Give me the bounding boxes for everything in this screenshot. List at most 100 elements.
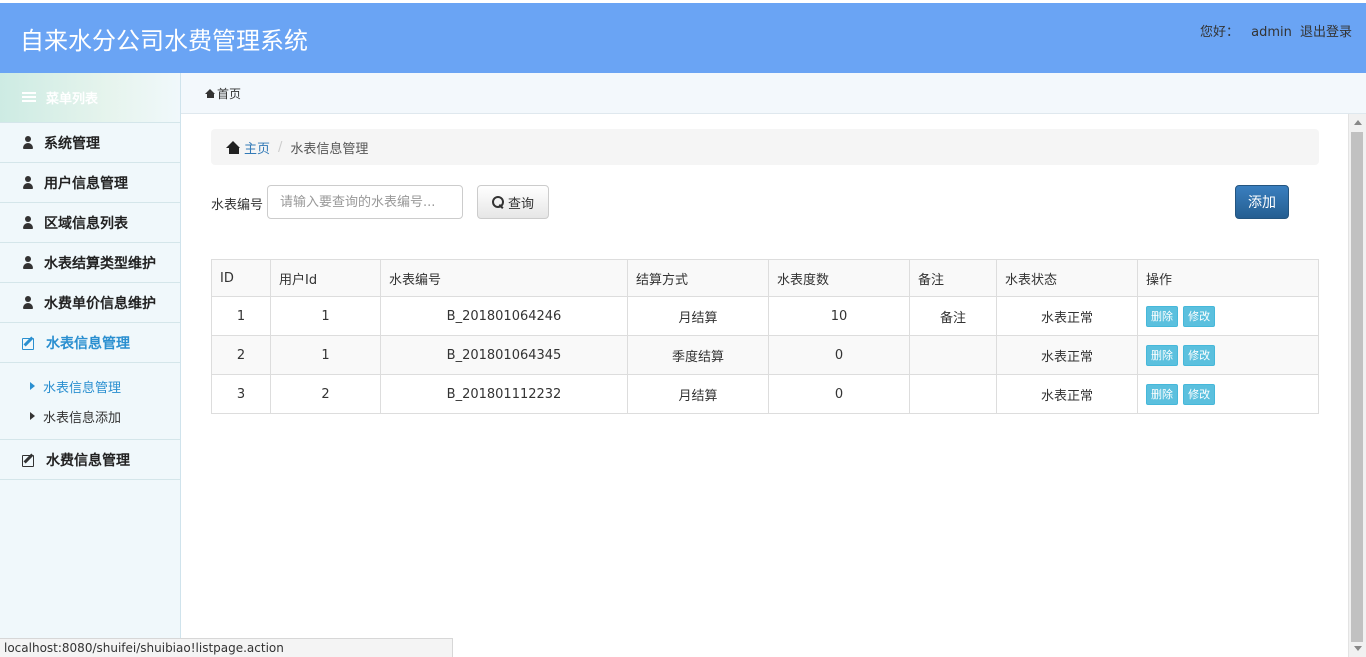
sidebar-item-users[interactable]: 用户信息管理 [0, 163, 180, 203]
meter-number-search-input[interactable] [267, 185, 463, 219]
home-tab-label: 首页 [217, 86, 242, 101]
table-header-row: ID 用户Id 水表编号 结算方式 水表度数 备注 水表状态 操作 [211, 259, 1319, 297]
column-header: 水表状态 [996, 259, 1138, 297]
username-link[interactable]: admin [1251, 25, 1292, 40]
cell-note: 备注 [909, 296, 997, 336]
search-label: 水表编号 [211, 198, 264, 213]
cell-meter-no: B_201801064345 [380, 335, 628, 375]
sidebar-item-label: 区域信息列表 [44, 215, 128, 232]
delete-button[interactable]: 删除 [1146, 305, 1178, 327]
menu-title: 菜单列表 [46, 92, 99, 107]
user-icon [22, 176, 34, 189]
sidebar-item-label: 水表信息管理 [46, 335, 130, 352]
cell-id: 1 [211, 296, 271, 336]
top-header: 自来水分公司水费管理系统 您好： admin 退出登录 [0, 0, 1366, 73]
edit-icon [22, 453, 36, 467]
sidebar-item-system[interactable]: 系统管理 [0, 123, 180, 163]
cell-user-id: 1 [270, 335, 381, 375]
sidebar-item-label: 水费单价信息维护 [44, 295, 156, 312]
meters-submenu: 水表信息管理 水表信息添加 [0, 363, 180, 440]
sidebar-item-unit-price[interactable]: 水费单价信息维护 [0, 283, 180, 323]
browser-status-url: localhost:8080/shuifei/shuibiao!listpage… [0, 638, 453, 657]
main-content: 主页 / 水表信息管理 水表编号 查询 添加 ID 用户Id 水表编号 结算方式… [181, 114, 1348, 657]
delete-button[interactable]: 删除 [1146, 344, 1178, 366]
table-row: 1 1 B_201801064246 月结算 10 备注 水表正常 删除 修改 [211, 296, 1319, 336]
column-header: 水表度数 [768, 259, 910, 297]
sidebar-item-label: 水费信息管理 [46, 452, 130, 469]
cell-reading: 10 [768, 296, 910, 336]
meters-table: ID 用户Id 水表编号 结算方式 水表度数 备注 水表状态 操作 1 1 B_… [211, 259, 1319, 414]
cell-reading: 0 [768, 335, 910, 375]
cell-meter-no: B_201801064246 [380, 296, 628, 336]
cell-status: 水表正常 [996, 374, 1138, 414]
user-icon [22, 256, 34, 269]
sidebar-item-regions[interactable]: 区域信息列表 [0, 203, 180, 243]
breadcrumb-home-link[interactable]: 主页 [244, 138, 270, 157]
submenu-item-label: 水表信息管理 [43, 380, 122, 396]
app-title: 自来水分公司水费管理系统 [20, 27, 308, 55]
cell-meter-no: B_201801112232 [380, 374, 628, 414]
column-header: 备注 [909, 259, 997, 297]
cell-actions: 删除 修改 [1137, 335, 1319, 375]
sidebar-item-settle-types[interactable]: 水表结算类型维护 [0, 243, 180, 283]
sidebar: 菜单列表 系统管理 用户信息管理 区域信息列表 水表结算类型维护 水费单价信息维… [0, 73, 181, 657]
cell-actions: 删除 修改 [1137, 374, 1319, 414]
edit-button[interactable]: 修改 [1183, 383, 1216, 405]
user-icon [22, 216, 34, 229]
search-button[interactable]: 查询 [477, 185, 549, 219]
edit-button[interactable]: 修改 [1183, 305, 1216, 327]
table-row: 3 2 B_201801112232 月结算 0 水表正常 删除 修改 [211, 374, 1319, 414]
cell-status: 水表正常 [996, 296, 1138, 336]
breadcrumb: 主页 / 水表信息管理 [211, 129, 1319, 165]
submenu-item-label: 水表信息添加 [43, 410, 122, 426]
breadcrumb-current: 水表信息管理 [290, 141, 369, 157]
cell-reading: 0 [768, 374, 910, 414]
list-icon [22, 92, 36, 103]
cell-settle: 月结算 [627, 296, 769, 336]
caret-right-icon [30, 412, 35, 420]
search-icon [491, 196, 504, 208]
sidebar-item-label: 系统管理 [44, 135, 100, 152]
column-header: 水表编号 [380, 259, 628, 297]
sidebar-item-label: 水表结算类型维护 [44, 255, 156, 272]
scroll-up-arrow-icon[interactable] [1354, 120, 1362, 125]
logout-link[interactable]: 退出登录 [1300, 25, 1352, 40]
cell-user-id: 1 [270, 296, 381, 336]
user-icon [22, 296, 34, 309]
sidebar-item-label: 用户信息管理 [44, 175, 128, 192]
edit-icon [22, 336, 36, 350]
cell-status: 水表正常 [996, 335, 1138, 375]
home-icon [226, 140, 241, 154]
delete-button[interactable]: 删除 [1146, 383, 1178, 405]
add-button[interactable]: 添加 [1235, 185, 1289, 219]
submenu-item-meter-add[interactable]: 水表信息添加 [0, 401, 180, 431]
cell-actions: 删除 修改 [1137, 296, 1319, 336]
cell-settle: 季度结算 [627, 335, 769, 375]
cell-id: 3 [211, 374, 271, 414]
search-button-label: 查询 [507, 196, 534, 212]
edit-button[interactable]: 修改 [1183, 344, 1216, 366]
cell-note [909, 335, 997, 375]
cell-user-id: 2 [270, 374, 381, 414]
top-nav-tab[interactable]: 首页 [181, 73, 1366, 114]
breadcrumb-separator: / [278, 139, 283, 155]
greeting-text: 您好： [1199, 25, 1239, 40]
column-header: 结算方式 [627, 259, 769, 297]
menu-header: 菜单列表 [0, 73, 180, 123]
vertical-scrollbar[interactable] [1348, 114, 1366, 657]
cell-note [909, 374, 997, 414]
table-row: 2 1 B_201801064345 季度结算 0 水表正常 删除 修改 [211, 335, 1319, 375]
caret-right-icon [30, 382, 35, 390]
scroll-down-arrow-icon[interactable] [1354, 646, 1362, 651]
column-header: ID [211, 259, 271, 297]
scrollbar-thumb[interactable] [1351, 132, 1363, 642]
column-header: 用户Id [270, 259, 381, 297]
sidebar-item-fees[interactable]: 水费信息管理 [0, 440, 180, 480]
cell-settle: 月结算 [627, 374, 769, 414]
user-area: 您好： admin 退出登录 [1200, 21, 1352, 40]
home-icon [205, 88, 216, 98]
sidebar-item-meters[interactable]: 水表信息管理 [0, 323, 180, 363]
column-header: 操作 [1137, 259, 1319, 297]
submenu-item-meter-list[interactable]: 水表信息管理 [0, 371, 180, 401]
user-icon [22, 136, 34, 149]
